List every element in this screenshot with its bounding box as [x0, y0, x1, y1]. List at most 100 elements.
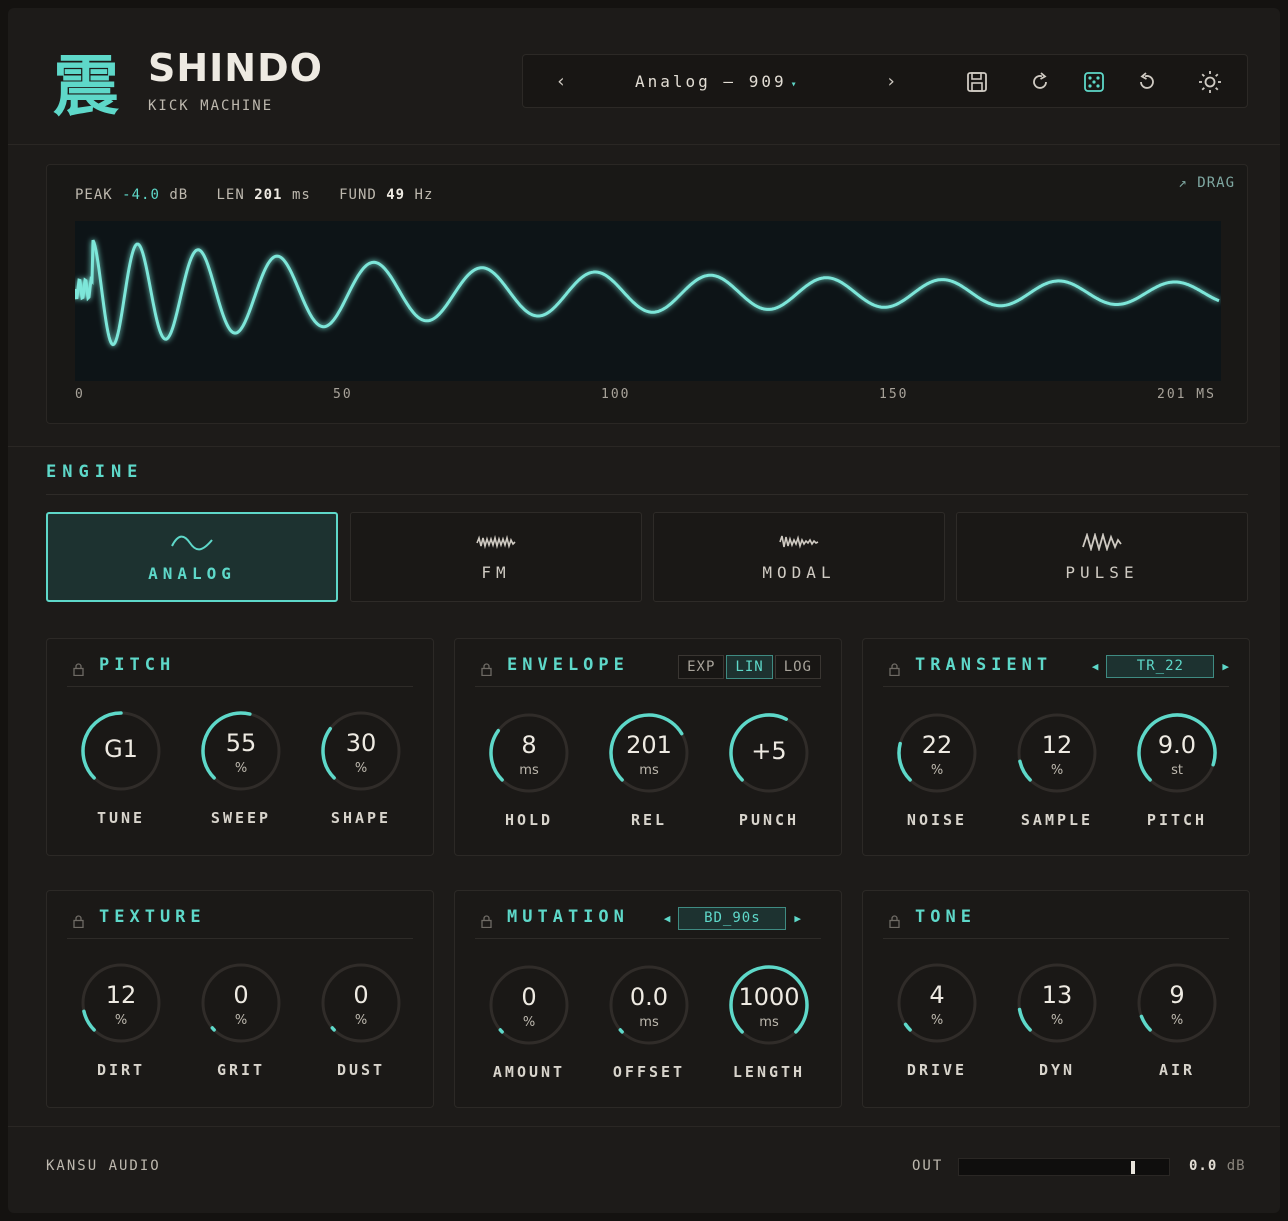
- drag-export-button[interactable]: ↗ DRAG: [1178, 175, 1235, 191]
- output-unit: dB: [1226, 1158, 1246, 1174]
- knob-label: PITCH: [1146, 811, 1208, 829]
- output-level-handle[interactable]: [1131, 1161, 1135, 1174]
- dust-knob[interactable]: 0%: [319, 961, 403, 1045]
- engine-title: ENGINE: [46, 462, 144, 482]
- knob-level-arc: [618, 1028, 624, 1034]
- knob-value: 1000: [738, 983, 800, 1011]
- transient-sample-name[interactable]: TR_22: [1106, 655, 1215, 678]
- arrow-left-icon[interactable]: ◀: [664, 912, 671, 925]
- arrow-right-icon[interactable]: ▶: [1222, 660, 1229, 673]
- knob-unit: ms: [639, 1015, 659, 1030]
- dice-icon[interactable]: [1080, 68, 1108, 96]
- drive-knob[interactable]: 4%: [895, 961, 979, 1045]
- knob-unit: ms: [639, 763, 659, 778]
- knob-unit: %: [354, 761, 368, 776]
- preset-selector[interactable]: Analog – 909 ▾: [635, 55, 800, 109]
- knob-value: 0: [353, 981, 369, 1009]
- curve-lin-button[interactable]: LIN: [726, 655, 773, 679]
- vendor-name: KANSU AUDIO: [46, 1158, 161, 1174]
- rel-knob[interactable]: 201 ms: [607, 711, 691, 795]
- lock-icon[interactable]: [889, 913, 900, 932]
- knob-value: 9.0: [1157, 731, 1197, 759]
- output-meter[interactable]: [958, 1158, 1170, 1176]
- knob-unit: ms: [519, 763, 539, 778]
- sun-icon[interactable]: [1196, 68, 1224, 96]
- mutation-preset-name[interactable]: BD_90s: [678, 907, 787, 930]
- panel-header: TRANSIENT ◀ TR_22 ▶: [883, 655, 1229, 687]
- preset-prev-button[interactable]: ‹: [549, 55, 573, 109]
- mutation-panel: MUTATION ◀ BD_90s ▶ 0% AMOUNT 0.0 ms OFFSET 1…: [454, 890, 842, 1108]
- arrow-left-icon[interactable]: ◀: [1092, 660, 1099, 673]
- hold-knob[interactable]: 8 ms: [487, 711, 571, 795]
- offset-knob[interactable]: 0.0 ms: [607, 963, 691, 1047]
- panel-header: PITCH: [67, 655, 413, 687]
- engine-divider: [46, 494, 1248, 495]
- undo-icon[interactable]: [1133, 68, 1161, 96]
- air-knob[interactable]: 9%: [1135, 961, 1219, 1045]
- knob-level-arc: [330, 1026, 336, 1032]
- tune-knob[interactable]: G1: [79, 709, 163, 793]
- knob-unit: %: [522, 1015, 536, 1030]
- knob-unit: st: [1171, 763, 1183, 778]
- preset-next-button[interactable]: ›: [879, 55, 903, 109]
- output-label: OUT: [912, 1158, 944, 1174]
- engine-analog-button[interactable]: ANALOG: [46, 512, 338, 602]
- save-icon[interactable]: [963, 68, 991, 96]
- waveform-display: [73, 221, 1221, 381]
- lock-icon[interactable]: [481, 661, 492, 680]
- knob-value: 4: [929, 981, 945, 1009]
- time-tick: 201 MS: [1157, 387, 1216, 402]
- engine-fm-button[interactable]: FM: [350, 512, 642, 602]
- curve-exp-button[interactable]: EXP: [678, 655, 725, 679]
- knob-unit: %: [930, 1013, 944, 1028]
- punch-knob[interactable]: +5: [727, 711, 811, 795]
- knob-value: 201: [626, 731, 672, 759]
- lock-icon[interactable]: [73, 661, 84, 680]
- shape-knob[interactable]: 30%: [319, 709, 403, 793]
- knob-value: G1: [104, 735, 138, 763]
- knob-value: +5: [751, 737, 787, 765]
- redo-icon[interactable]: [1026, 68, 1054, 96]
- knob-value: 30: [345, 729, 377, 757]
- sine-wave-icon: [48, 534, 336, 552]
- knob-label: DRIVE: [906, 1061, 968, 1079]
- logo-glyph: 震: [53, 47, 119, 125]
- knob-label: DUST: [336, 1061, 386, 1079]
- texture-panel: TEXTURE 12% DIRT 0% GRIT 0% DUST: [46, 890, 434, 1108]
- grit-knob[interactable]: 0%: [199, 961, 283, 1045]
- peak-value: -4.0: [122, 187, 160, 203]
- len-label: LEN: [216, 187, 245, 203]
- transient-panel: TRANSIENT ◀ TR_22 ▶ 22% NOISE 12% SAMPLE 9.0…: [862, 638, 1250, 856]
- dyn-knob[interactable]: 13%: [1015, 961, 1099, 1045]
- time-tick: 150: [879, 387, 909, 402]
- sweep-knob[interactable]: 55%: [199, 709, 283, 793]
- engine-label: ANALOG: [148, 564, 236, 583]
- output-value: 0.0: [1189, 1158, 1218, 1174]
- fund-label: FUND: [339, 187, 377, 203]
- engine-modal-button[interactable]: MODAL: [653, 512, 945, 602]
- lock-icon[interactable]: [73, 913, 84, 932]
- sample-knob[interactable]: 12%: [1015, 711, 1099, 795]
- len-unit: ms: [291, 187, 311, 203]
- amount-knob[interactable]: 0%: [487, 963, 571, 1047]
- fund-unit: Hz: [414, 187, 434, 203]
- knob-value: 0: [521, 983, 537, 1011]
- knob-value: 0: [233, 981, 249, 1009]
- length-knob[interactable]: 1000 ms: [727, 963, 811, 1047]
- panel-header: TEXTURE: [67, 907, 413, 939]
- app-title: SHINDO: [148, 46, 323, 90]
- lock-icon[interactable]: [889, 661, 900, 680]
- panel-title: TRANSIENT: [915, 655, 1053, 675]
- curve-log-button[interactable]: LOG: [774, 655, 821, 679]
- engine-pulse-button[interactable]: PULSE: [956, 512, 1248, 602]
- dirt-knob[interactable]: 12%: [79, 961, 163, 1045]
- pitch-knob[interactable]: 9.0 st: [1135, 711, 1219, 795]
- knob-label: GRIT: [216, 1061, 266, 1079]
- knob-label: SAMPLE: [1020, 811, 1094, 829]
- knob-label: OFFSET: [612, 1063, 686, 1081]
- knob-label: DIRT: [96, 1061, 146, 1079]
- knob-value: 12: [105, 981, 137, 1009]
- lock-icon[interactable]: [481, 913, 492, 932]
- noise-knob[interactable]: 22%: [895, 711, 979, 795]
- arrow-right-icon[interactable]: ▶: [794, 912, 801, 925]
